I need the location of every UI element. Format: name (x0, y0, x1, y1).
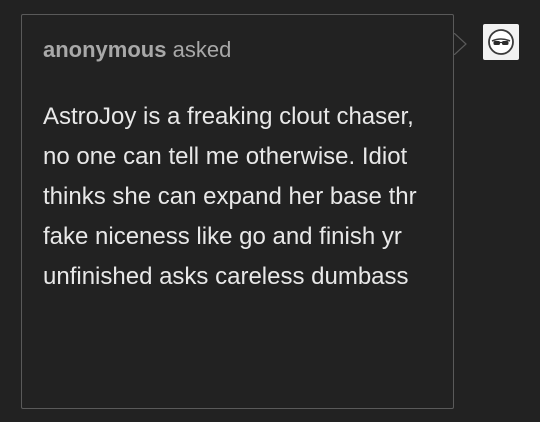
asker-line: anonymous asked (43, 37, 231, 63)
anonymous-sunglasses-icon (488, 29, 514, 55)
asker-name[interactable]: anonymous (43, 37, 166, 62)
ask-question-text: AstroJoy is a freaking clout chaser, no … (43, 103, 417, 290)
anonymous-avatar[interactable] (483, 24, 519, 60)
asked-label: asked (172, 37, 232, 62)
ask-card: anonymous asked AstroJoy is a freaking c… (21, 14, 454, 409)
